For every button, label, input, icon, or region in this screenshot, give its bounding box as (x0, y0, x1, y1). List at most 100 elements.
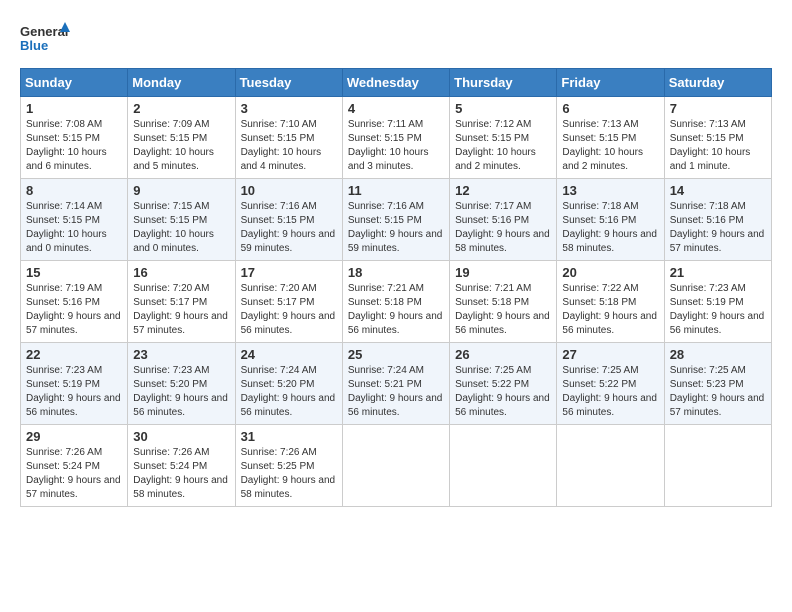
calendar-week-row: 15 Sunrise: 7:19 AMSunset: 5:16 PMDaylig… (21, 261, 772, 343)
day-info: Sunrise: 7:17 AMSunset: 5:16 PMDaylight:… (455, 201, 550, 254)
day-number: 9 (133, 183, 229, 198)
weekday-header-cell: Friday (557, 69, 664, 97)
calendar-day-cell: 8 Sunrise: 7:14 AMSunset: 5:15 PMDayligh… (21, 179, 128, 261)
day-info: Sunrise: 7:14 AMSunset: 5:15 PMDaylight:… (26, 201, 107, 254)
day-info: Sunrise: 7:13 AMSunset: 5:15 PMDaylight:… (562, 119, 643, 172)
day-number: 4 (348, 101, 444, 116)
day-number: 31 (241, 429, 337, 444)
calendar-day-cell: 28 Sunrise: 7:25 AMSunset: 5:23 PMDaylig… (664, 343, 771, 425)
day-number: 1 (26, 101, 122, 116)
calendar-day-cell: 16 Sunrise: 7:20 AMSunset: 5:17 PMDaylig… (128, 261, 235, 343)
weekday-header-cell: Saturday (664, 69, 771, 97)
day-info: Sunrise: 7:18 AMSunset: 5:16 PMDaylight:… (670, 201, 765, 254)
day-info: Sunrise: 7:26 AMSunset: 5:25 PMDaylight:… (241, 447, 336, 500)
day-info: Sunrise: 7:10 AMSunset: 5:15 PMDaylight:… (241, 119, 322, 172)
weekday-header-cell: Wednesday (342, 69, 449, 97)
day-number: 24 (241, 347, 337, 362)
day-number: 16 (133, 265, 229, 280)
day-info: Sunrise: 7:25 AMSunset: 5:22 PMDaylight:… (562, 365, 657, 418)
weekday-header-cell: Sunday (21, 69, 128, 97)
day-number: 6 (562, 101, 658, 116)
day-number: 15 (26, 265, 122, 280)
calendar-day-cell: 7 Sunrise: 7:13 AMSunset: 5:15 PMDayligh… (664, 97, 771, 179)
calendar-day-cell: 18 Sunrise: 7:21 AMSunset: 5:18 PMDaylig… (342, 261, 449, 343)
calendar-week-row: 22 Sunrise: 7:23 AMSunset: 5:19 PMDaylig… (21, 343, 772, 425)
calendar-day-cell: 14 Sunrise: 7:18 AMSunset: 5:16 PMDaylig… (664, 179, 771, 261)
weekday-header-cell: Thursday (450, 69, 557, 97)
calendar-day-cell: 24 Sunrise: 7:24 AMSunset: 5:20 PMDaylig… (235, 343, 342, 425)
day-info: Sunrise: 7:24 AMSunset: 5:20 PMDaylight:… (241, 365, 336, 418)
calendar-day-cell: 30 Sunrise: 7:26 AMSunset: 5:24 PMDaylig… (128, 425, 235, 507)
calendar-week-row: 1 Sunrise: 7:08 AMSunset: 5:15 PMDayligh… (21, 97, 772, 179)
day-info: Sunrise: 7:13 AMSunset: 5:15 PMDaylight:… (670, 119, 751, 172)
day-info: Sunrise: 7:12 AMSunset: 5:15 PMDaylight:… (455, 119, 536, 172)
day-info: Sunrise: 7:08 AMSunset: 5:15 PMDaylight:… (26, 119, 107, 172)
calendar-day-cell: 23 Sunrise: 7:23 AMSunset: 5:20 PMDaylig… (128, 343, 235, 425)
calendar-day-cell: 27 Sunrise: 7:25 AMSunset: 5:22 PMDaylig… (557, 343, 664, 425)
day-info: Sunrise: 7:16 AMSunset: 5:15 PMDaylight:… (241, 201, 336, 254)
day-number: 28 (670, 347, 766, 362)
calendar-week-row: 8 Sunrise: 7:14 AMSunset: 5:15 PMDayligh… (21, 179, 772, 261)
day-number: 14 (670, 183, 766, 198)
calendar-day-cell: 26 Sunrise: 7:25 AMSunset: 5:22 PMDaylig… (450, 343, 557, 425)
day-number: 11 (348, 183, 444, 198)
calendar-day-cell: 4 Sunrise: 7:11 AMSunset: 5:15 PMDayligh… (342, 97, 449, 179)
day-number: 17 (241, 265, 337, 280)
day-number: 5 (455, 101, 551, 116)
calendar-day-cell: 31 Sunrise: 7:26 AMSunset: 5:25 PMDaylig… (235, 425, 342, 507)
day-number: 30 (133, 429, 229, 444)
calendar-day-cell (450, 425, 557, 507)
day-number: 18 (348, 265, 444, 280)
calendar-day-cell: 11 Sunrise: 7:16 AMSunset: 5:15 PMDaylig… (342, 179, 449, 261)
calendar-day-cell: 17 Sunrise: 7:20 AMSunset: 5:17 PMDaylig… (235, 261, 342, 343)
day-number: 8 (26, 183, 122, 198)
day-info: Sunrise: 7:26 AMSunset: 5:24 PMDaylight:… (26, 447, 121, 500)
day-info: Sunrise: 7:18 AMSunset: 5:16 PMDaylight:… (562, 201, 657, 254)
day-info: Sunrise: 7:19 AMSunset: 5:16 PMDaylight:… (26, 283, 121, 336)
day-info: Sunrise: 7:23 AMSunset: 5:19 PMDaylight:… (26, 365, 121, 418)
day-number: 12 (455, 183, 551, 198)
calendar-day-cell (342, 425, 449, 507)
day-number: 10 (241, 183, 337, 198)
day-info: Sunrise: 7:21 AMSunset: 5:18 PMDaylight:… (455, 283, 550, 336)
calendar-day-cell: 10 Sunrise: 7:16 AMSunset: 5:15 PMDaylig… (235, 179, 342, 261)
day-number: 29 (26, 429, 122, 444)
day-number: 23 (133, 347, 229, 362)
logo-svg: General Blue (20, 20, 70, 60)
calendar-day-cell: 1 Sunrise: 7:08 AMSunset: 5:15 PMDayligh… (21, 97, 128, 179)
calendar-day-cell: 25 Sunrise: 7:24 AMSunset: 5:21 PMDaylig… (342, 343, 449, 425)
weekday-header-row: SundayMondayTuesdayWednesdayThursdayFrid… (21, 69, 772, 97)
day-info: Sunrise: 7:20 AMSunset: 5:17 PMDaylight:… (133, 283, 228, 336)
day-info: Sunrise: 7:22 AMSunset: 5:18 PMDaylight:… (562, 283, 657, 336)
calendar-day-cell: 13 Sunrise: 7:18 AMSunset: 5:16 PMDaylig… (557, 179, 664, 261)
calendar-day-cell: 29 Sunrise: 7:26 AMSunset: 5:24 PMDaylig… (21, 425, 128, 507)
day-info: Sunrise: 7:25 AMSunset: 5:22 PMDaylight:… (455, 365, 550, 418)
day-info: Sunrise: 7:16 AMSunset: 5:15 PMDaylight:… (348, 201, 443, 254)
day-number: 27 (562, 347, 658, 362)
day-info: Sunrise: 7:21 AMSunset: 5:18 PMDaylight:… (348, 283, 443, 336)
calendar-day-cell: 15 Sunrise: 7:19 AMSunset: 5:16 PMDaylig… (21, 261, 128, 343)
day-number: 26 (455, 347, 551, 362)
day-info: Sunrise: 7:26 AMSunset: 5:24 PMDaylight:… (133, 447, 228, 500)
calendar-table: SundayMondayTuesdayWednesdayThursdayFrid… (20, 68, 772, 507)
calendar-day-cell: 22 Sunrise: 7:23 AMSunset: 5:19 PMDaylig… (21, 343, 128, 425)
calendar-day-cell: 12 Sunrise: 7:17 AMSunset: 5:16 PMDaylig… (450, 179, 557, 261)
logo: General Blue (20, 20, 70, 60)
calendar-day-cell (664, 425, 771, 507)
day-number: 3 (241, 101, 337, 116)
day-number: 13 (562, 183, 658, 198)
calendar-day-cell: 2 Sunrise: 7:09 AMSunset: 5:15 PMDayligh… (128, 97, 235, 179)
weekday-header-cell: Monday (128, 69, 235, 97)
day-number: 20 (562, 265, 658, 280)
calendar-day-cell: 20 Sunrise: 7:22 AMSunset: 5:18 PMDaylig… (557, 261, 664, 343)
calendar-body: 1 Sunrise: 7:08 AMSunset: 5:15 PMDayligh… (21, 97, 772, 507)
day-number: 19 (455, 265, 551, 280)
calendar-day-cell: 5 Sunrise: 7:12 AMSunset: 5:15 PMDayligh… (450, 97, 557, 179)
calendar-day-cell: 21 Sunrise: 7:23 AMSunset: 5:19 PMDaylig… (664, 261, 771, 343)
day-info: Sunrise: 7:11 AMSunset: 5:15 PMDaylight:… (348, 119, 429, 172)
day-info: Sunrise: 7:23 AMSunset: 5:20 PMDaylight:… (133, 365, 228, 418)
day-number: 22 (26, 347, 122, 362)
weekday-header-cell: Tuesday (235, 69, 342, 97)
day-number: 2 (133, 101, 229, 116)
day-info: Sunrise: 7:20 AMSunset: 5:17 PMDaylight:… (241, 283, 336, 336)
